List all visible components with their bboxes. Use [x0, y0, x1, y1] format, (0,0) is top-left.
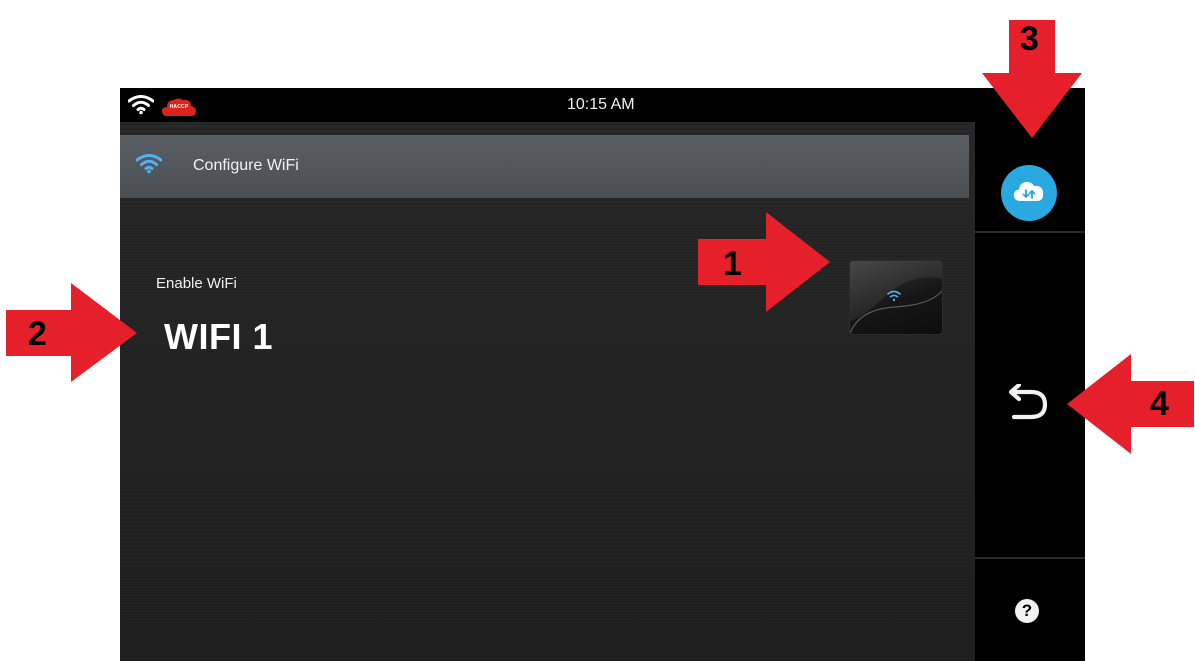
wifi-icon — [128, 95, 154, 115]
annotation-number-4: 4 — [1150, 385, 1169, 423]
annotation-arrow-4 — [1067, 354, 1194, 454]
page-title: Configure WiFi — [193, 157, 299, 174]
sidebar-divider — [975, 557, 1085, 559]
help-icon[interactable]: ? — [1015, 599, 1039, 623]
annotation-arrow-2 — [6, 283, 137, 382]
cloud-sync-button[interactable] — [1001, 165, 1057, 221]
enable-wifi-toggle[interactable] — [849, 260, 943, 335]
status-bar: HACCP 10:15 AM — [120, 88, 1085, 122]
wifi-icon — [887, 290, 901, 302]
page-header: Configure WiFi — [120, 135, 969, 198]
haccp-cloud-icon[interactable]: HACCP — [161, 97, 197, 117]
annotated-screenshot: HACCP 10:15 AM Configure WiFi Enable WiF… — [0, 0, 1195, 661]
main-content: Configure WiFi Enable WiFi — [120, 122, 975, 661]
cloud-sync-icon — [1014, 182, 1044, 201]
annotation-number-1: 1 — [723, 245, 742, 283]
status-clock: 10:15 AM — [567, 96, 635, 113]
wifi-network-label: WIFI 1 — [164, 316, 273, 357]
enable-wifi-label: Enable WiFi — [156, 275, 237, 292]
sidebar-divider — [975, 231, 1085, 233]
wifi-icon — [136, 154, 162, 174]
haccp-badge-text: HACCP — [169, 104, 189, 110]
annotation-number-3: 3 — [1020, 20, 1039, 58]
device-screen: HACCP 10:15 AM Configure WiFi Enable WiF… — [120, 88, 1085, 661]
back-icon[interactable] — [1003, 384, 1053, 422]
annotation-arrow-1 — [698, 212, 830, 312]
annotation-number-2: 2 — [28, 315, 47, 353]
